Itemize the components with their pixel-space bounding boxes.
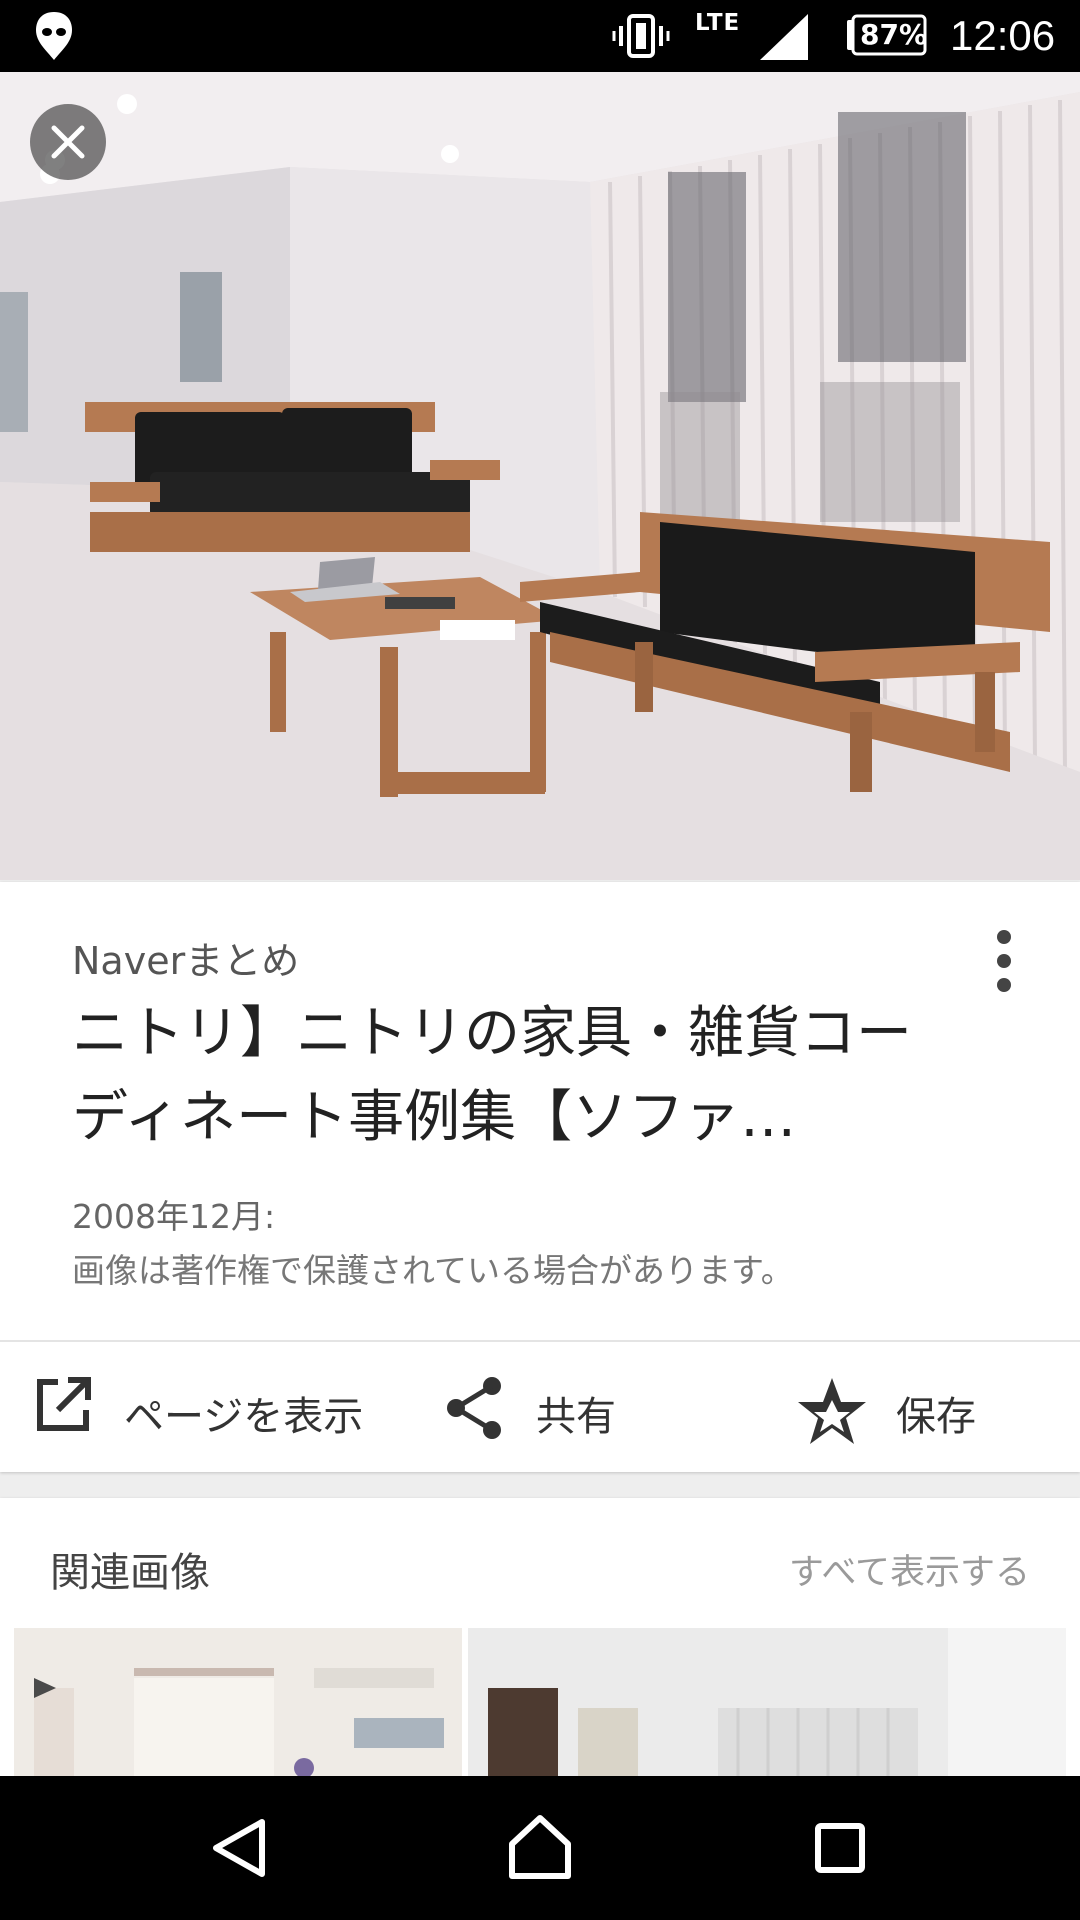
recents-square-icon[interactable] [800, 1808, 880, 1888]
star-icon [798, 1378, 866, 1444]
vibrate-icon [612, 14, 670, 58]
close-icon [51, 125, 85, 159]
related-thumbnail[interactable] [468, 1628, 1066, 1778]
more-options-button[interactable] [988, 926, 1022, 996]
navigation-bar [0, 1776, 1080, 1920]
alien-icon [36, 12, 72, 60]
close-button[interactable] [30, 104, 106, 180]
more-vertical-icon [997, 930, 1011, 944]
copyright-notice: 画像は著作権で保護されている場合があります。 [72, 1251, 794, 1290]
more-dot [997, 978, 1011, 992]
preview-image[interactable] [0, 72, 1080, 880]
related-thumbnail[interactable] [14, 1628, 462, 1778]
more-dot [997, 954, 1011, 968]
living-room-photo [0, 72, 1080, 880]
home-icon[interactable] [500, 1808, 580, 1888]
related-images-title: 関連画像 [50, 1550, 210, 1596]
image-info-card: Naverまとめ ニトリ】ニトリの家具・雑貨コーディネート事例集【ソファ… 20… [0, 882, 1080, 1472]
related-photo [468, 1628, 1066, 1778]
clock: 12:06 [950, 12, 1056, 59]
battery-level: 87% [860, 18, 928, 51]
view-all-link[interactable]: すべて表示する [789, 1544, 1030, 1595]
signal-icon [760, 14, 808, 60]
open-external-icon [37, 1377, 91, 1431]
related-images-card: 関連画像 すべて表示する [0, 1498, 1080, 1778]
image-date: 2008年12月: [72, 1197, 276, 1236]
share-icon [447, 1377, 501, 1439]
network-type: LTE [695, 10, 741, 36]
view-page-label: ページを表示 [124, 1394, 364, 1440]
back-triangle-icon[interactable] [200, 1808, 280, 1888]
view-page-button[interactable]: ページを表示 [0, 1342, 420, 1472]
save-label: 保存 [896, 1394, 976, 1440]
save-button[interactable]: 保存 [780, 1342, 1080, 1472]
share-label: 共有 [536, 1394, 616, 1440]
image-title[interactable]: ニトリ】ニトリの家具・雑貨コーディネート事例集【ソファ… [72, 992, 952, 1160]
source-name[interactable]: Naverまとめ [72, 930, 299, 985]
action-bar: ページを表示 共有 保存 [0, 1342, 1080, 1472]
related-photo [14, 1628, 462, 1778]
share-button[interactable]: 共有 [430, 1342, 730, 1472]
status-bar: LTE 87% 12:06 [0, 0, 1080, 72]
